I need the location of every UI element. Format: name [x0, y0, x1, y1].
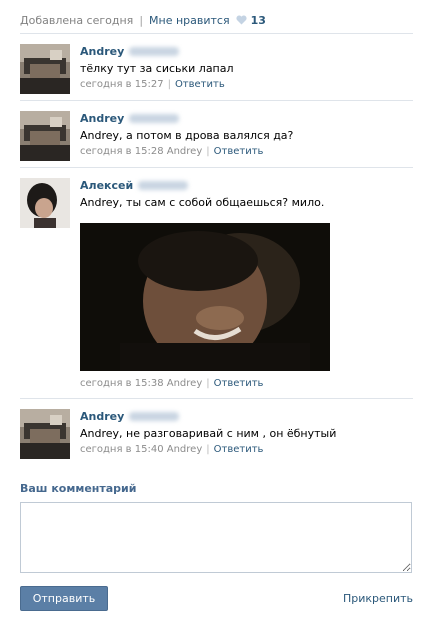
reply-link[interactable]: Ответить: [214, 146, 264, 157]
comment: Andrey тёлку тут за сиськи лапал сегодня…: [20, 33, 413, 100]
avatar[interactable]: [20, 409, 70, 459]
comment-meta: сегодня в 15:38 Andrey | Ответить: [80, 378, 264, 389]
comment-author[interactable]: Andrey: [80, 410, 180, 423]
comment-time[interactable]: сегодня в 15:40: [80, 444, 164, 455]
comment: Andrey Andrey, не разговаривай с ним , о…: [20, 398, 413, 465]
comment-time[interactable]: сегодня в 15:27: [80, 79, 164, 90]
author-name[interactable]: Andrey: [80, 410, 124, 423]
reply-to[interactable]: Andrey: [167, 146, 203, 157]
blurred-surname: [129, 114, 180, 123]
comment-text: тёлку тут за сиськи лапал: [80, 62, 234, 75]
avatar[interactable]: [20, 44, 70, 94]
heart-icon[interactable]: [236, 15, 247, 25]
reply-link[interactable]: Ответить: [175, 79, 225, 90]
attached-photo[interactable]: [80, 223, 330, 371]
blurred-surname: [138, 181, 189, 190]
send-button[interactable]: Отправить: [20, 586, 108, 611]
comment-input[interactable]: [20, 502, 412, 573]
author-name[interactable]: Andrey: [80, 112, 124, 125]
reply-to[interactable]: Andrey: [167, 444, 203, 455]
comment: Алексей Andrey, ты сам с собой общаешься…: [20, 167, 413, 398]
reply-link[interactable]: Ответить: [214, 444, 264, 455]
comment-meta: сегодня в 15:28 Andrey | Ответить: [80, 146, 264, 157]
author-name[interactable]: Алексей: [80, 179, 133, 192]
author-name[interactable]: Andrey: [80, 45, 124, 58]
comment-form-title: Ваш комментарий: [20, 482, 137, 495]
comment-meta: сегодня в 15:40 Andrey | Ответить: [80, 444, 264, 455]
comment-time[interactable]: сегодня в 15:38: [80, 378, 164, 389]
like-count[interactable]: 13: [251, 14, 266, 27]
comment-text: Andrey, ты сам с собой общаешься? мило.: [80, 196, 325, 209]
comment-text: Andrey, а потом в дрова валялся да?: [80, 129, 294, 142]
avatar[interactable]: [20, 178, 70, 228]
blurred-surname: [129, 412, 180, 421]
comment: Andrey Andrey, а потом в дрова валялся д…: [20, 100, 413, 167]
comment-author[interactable]: Andrey: [80, 112, 180, 125]
attach-link[interactable]: Прикрепить: [343, 592, 413, 605]
comment-author[interactable]: Алексей: [80, 179, 189, 192]
comment-text: Andrey, не разговаривай с ним , он ёбнут…: [80, 427, 337, 440]
like-button[interactable]: Мне нравится: [149, 14, 230, 27]
comment-author[interactable]: Andrey: [80, 45, 180, 58]
comment-meta: сегодня в 15:27 | Ответить: [80, 79, 225, 90]
comment-time[interactable]: сегодня в 15:28: [80, 146, 164, 157]
blurred-surname: [129, 47, 180, 56]
avatar[interactable]: [20, 111, 70, 161]
separator: |: [139, 13, 144, 27]
added-date: Добавлена сегодня: [20, 13, 134, 27]
reply-to[interactable]: Andrey: [167, 378, 203, 389]
post-info-bar: Добавлена сегодня | Мне нравится 13: [20, 12, 266, 28]
reply-link[interactable]: Ответить: [214, 378, 264, 389]
